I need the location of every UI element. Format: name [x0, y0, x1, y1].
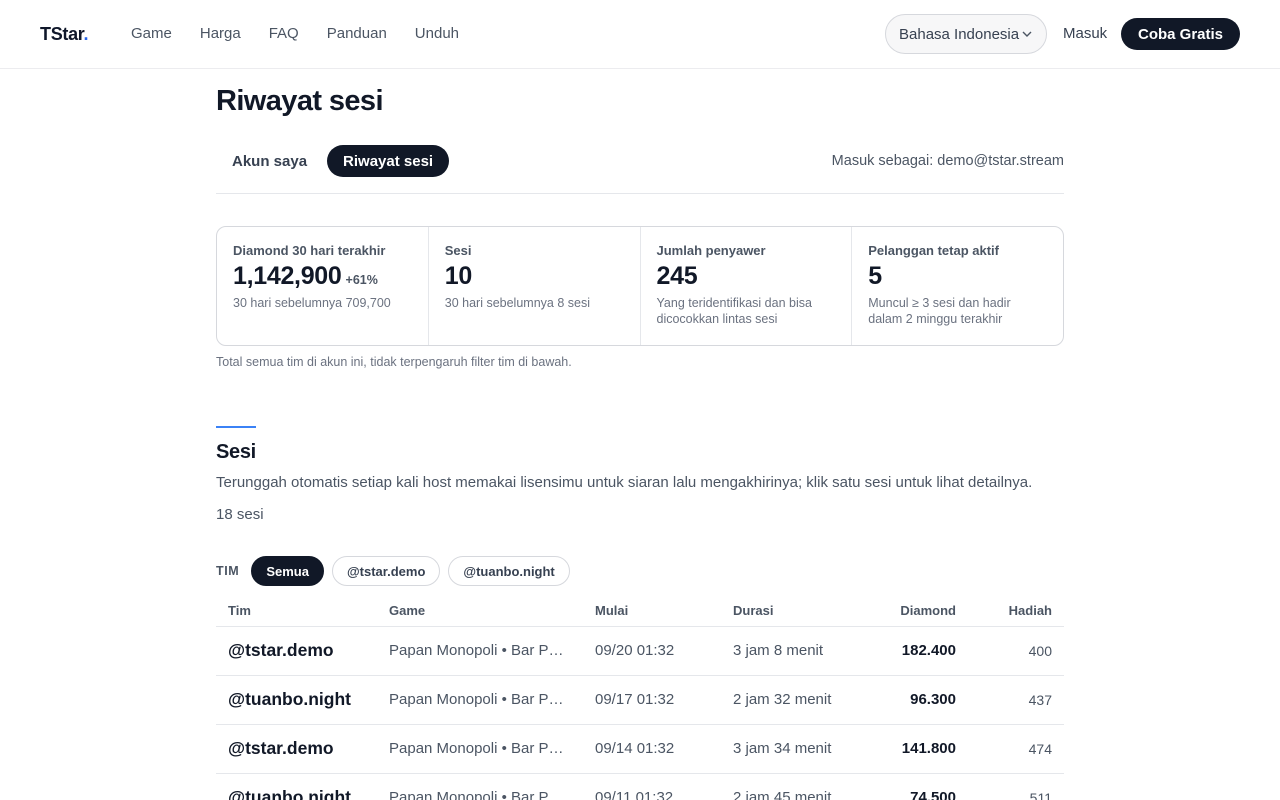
table-row[interactable]: @tstar.demo Papan Monopoli • Bar Permain…	[216, 627, 1064, 676]
cell-gift: 511	[1029, 790, 1052, 800]
table-row[interactable]: @tuanbo.night Papan Monopoli • Bar Perma…	[216, 676, 1064, 725]
cell-start: 09/17 01:32	[595, 691, 675, 708]
session-count: 18 sesi	[216, 506, 264, 523]
stat-gifters: Jumlah penyawer 245 Yang teridentifikasi…	[641, 227, 853, 345]
cell-team: @tstar.demo	[228, 738, 334, 758]
nav-link-harga[interactable]: Harga	[200, 25, 241, 42]
cell-duration: 2 jam 45 menit	[733, 789, 832, 800]
logo-dot: .	[83, 24, 89, 44]
sessions-table: Tim Game Mulai Durasi Diamond Hadiah @ts…	[216, 595, 1064, 800]
account-tabs: Akun saya Riwayat sesi	[216, 145, 450, 177]
cell-gift: 437	[1028, 692, 1052, 708]
stat-value: 5	[868, 262, 882, 290]
cell-game: Papan Monopoli • Bar Permainan	[389, 642, 567, 659]
cell-team: @tstar.demo	[228, 640, 334, 660]
section-title: Sesi	[216, 441, 256, 463]
nav-link-game[interactable]: Game	[131, 25, 172, 42]
cell-gift: 474	[1028, 741, 1052, 757]
team-filter: TIM Semua @tstar.demo @tuanbo.night	[216, 556, 570, 586]
section-accent-line	[216, 426, 256, 428]
cell-duration: 2 jam 32 menit	[733, 691, 832, 708]
cell-game: Papan Monopoli • Bar Permainan	[389, 740, 567, 757]
tab-akun-saya[interactable]: Akun saya	[216, 145, 323, 177]
nav-link-panduan[interactable]: Panduan	[327, 25, 387, 42]
filter-chip-all[interactable]: Semua	[251, 556, 324, 586]
signed-in-as: Masuk sebagai: demo@tstar.stream	[831, 153, 1064, 169]
stat-diamond: Diamond 30 hari terakhir 1,142,900 +61% 3…	[217, 227, 429, 345]
login-link[interactable]: Masuk	[1063, 25, 1107, 42]
language-value: Bahasa Indonesia	[899, 25, 1020, 43]
chevron-down-icon	[1022, 31, 1032, 37]
cell-start: 09/11 01:32	[595, 789, 674, 800]
stat-value: 1,142,900 +61%	[233, 262, 412, 291]
stat-regulars: Pelanggan tetap aktif 5 Muncul ≥ 3 sesi …	[852, 227, 1063, 345]
filter-label: TIM	[216, 564, 240, 578]
cell-diamond: 74.500	[910, 789, 956, 800]
nav-link-faq[interactable]: FAQ	[269, 25, 299, 42]
cell-start: 09/20 01:32	[595, 642, 675, 659]
cell-game: Papan Monopoli • Bar Permainan	[389, 789, 567, 800]
stat-subtext: 30 hari sebelumnya 709,700	[233, 296, 391, 310]
filter-chip-tstar-demo[interactable]: @tstar.demo	[331, 556, 441, 586]
column-header-team[interactable]: Tim	[228, 603, 251, 618]
stat-subtext: 30 hari sebelumnya 8 sesi	[444, 296, 590, 310]
stat-label: Diamond 30 hari terakhir	[233, 243, 386, 258]
stat-sessions: Sesi 10 30 hari sebelumnya 8 sesi	[429, 227, 641, 345]
cell-diamond: 96.300	[910, 691, 956, 708]
column-header-duration[interactable]: Durasi	[733, 603, 773, 618]
stat-delta: +61%	[345, 273, 378, 287]
logo-text: TStar	[40, 24, 84, 44]
table-header: Tim Game Mulai Durasi Diamond Hadiah	[216, 595, 1064, 627]
stats-note: Total semua tim di akun ini, tidak terpe…	[216, 355, 572, 369]
stat-value: 245	[656, 262, 698, 290]
cell-gift: 400	[1028, 643, 1052, 659]
try-free-button[interactable]: Coba Gratis	[1121, 18, 1240, 50]
column-header-diamond[interactable]: Diamond	[900, 603, 956, 618]
top-navigation: TStar. Game Harga FAQ Panduan Unduh Baha…	[0, 0, 1280, 69]
language-select[interactable]: Bahasa Indonesia	[885, 14, 1047, 54]
page-title: Riwayat sesi	[216, 85, 384, 117]
main-nav: Game Harga FAQ Panduan Unduh	[131, 25, 459, 42]
logo[interactable]: TStar.	[40, 24, 89, 45]
filter-chip-tuanbo-night[interactable]: @tuanbo.night	[448, 556, 570, 586]
cell-duration: 3 jam 34 menit	[733, 740, 832, 757]
stat-subtext: Muncul ≥ 3 sesi dan hadir dalam 2 minggu…	[868, 296, 1011, 326]
cell-team: @tuanbo.night	[228, 689, 352, 709]
stat-value: 10	[444, 262, 473, 290]
cell-duration: 3 jam 8 menit	[733, 642, 824, 659]
table-row[interactable]: @tuanbo.night Papan Monopoli • Bar Perma…	[216, 774, 1064, 800]
stat-label: Jumlah penyawer	[656, 243, 766, 258]
column-header-start[interactable]: Mulai	[595, 603, 628, 618]
section-description: Terunggah otomatis setiap kali host mema…	[216, 474, 1033, 491]
stat-label: Pelanggan tetap aktif	[868, 243, 999, 258]
cell-diamond: 141.800	[901, 740, 956, 757]
cell-team: @tuanbo.night	[228, 787, 352, 800]
cell-game: Papan Monopoli • Bar Permainan	[389, 691, 567, 708]
column-header-gift[interactable]: Hadiah	[1009, 603, 1052, 618]
stat-label: Sesi	[444, 243, 472, 258]
table-row[interactable]: @tstar.demo Papan Monopoli • Bar Permain…	[216, 725, 1064, 774]
column-header-game[interactable]: Game	[389, 603, 425, 618]
divider	[216, 193, 1064, 194]
stats-card: Diamond 30 hari terakhir 1,142,900 +61% 3…	[216, 226, 1064, 346]
cell-start: 09/14 01:32	[595, 740, 675, 757]
stat-subtext: Yang teridentifikasi dan bisa dicocokkan…	[656, 296, 812, 326]
stat-number: 1,142,900	[233, 262, 342, 290]
nav-link-unduh[interactable]: Unduh	[415, 25, 459, 42]
tab-riwayat-sesi[interactable]: Riwayat sesi	[327, 145, 450, 177]
cell-diamond: 182.400	[901, 642, 956, 659]
